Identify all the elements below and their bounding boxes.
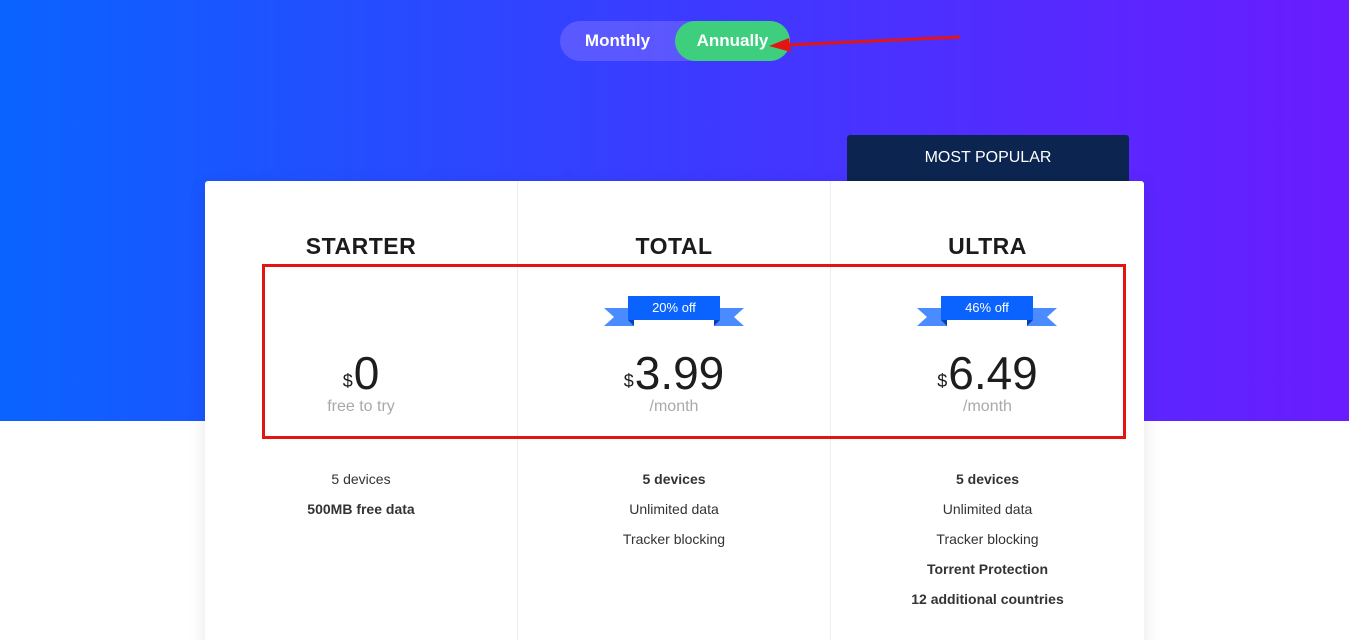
feature-item: Tracker blocking <box>622 531 726 547</box>
price-subtext: /month <box>963 398 1012 415</box>
feature-item: 500MB free data <box>307 501 415 517</box>
feature-item: Unlimited data <box>942 501 1033 517</box>
currency-symbol: $ <box>342 371 353 391</box>
plan-card-starter[interactable]: STARTER $0 free to try 5 devices 500MB f… <box>205 181 518 640</box>
feature-item: 12 additional countries <box>911 591 1064 607</box>
discount-ribbon: 20% off <box>604 296 744 328</box>
plan-price: $6.49 <box>831 346 1144 400</box>
plan-price: $0 <box>205 346 517 400</box>
discount-ribbon: 46% off <box>917 296 1057 328</box>
feature-list: 5 devices Unlimited data Tracker blockin… <box>831 464 1144 614</box>
billing-toggle: Monthly Annually <box>560 21 790 61</box>
plan-card-ultra[interactable]: ULTRA 46% off $6.49 /month 5 devices Unl… <box>831 181 1144 640</box>
most-popular-badge: MOST POPULAR <box>847 135 1129 181</box>
plan-name: TOTAL <box>635 233 713 259</box>
price-amount: 3.99 <box>634 347 725 399</box>
annotation-arrow-icon <box>769 35 961 52</box>
plan-name: STARTER <box>305 233 417 259</box>
discount-label: 46% off <box>965 300 1009 315</box>
monthly-option[interactable]: Monthly <box>560 21 675 61</box>
feature-item: Tracker blocking <box>936 531 1039 547</box>
feature-item: 5 devices <box>331 471 391 487</box>
plan-name: ULTRA <box>948 233 1027 259</box>
feature-list: 5 devices Unlimited data Tracker blockin… <box>518 464 830 554</box>
feature-item: Torrent Protection <box>926 561 1049 577</box>
price-amount: 0 <box>353 347 380 399</box>
price-subtext: free to try <box>327 398 395 415</box>
price-subtext: /month <box>649 398 699 415</box>
feature-list: 5 devices 500MB free data <box>205 464 517 524</box>
currency-symbol: $ <box>937 371 948 391</box>
feature-item: 5 devices <box>642 471 706 487</box>
discount-label: 20% off <box>652 300 696 315</box>
pricing-cards: STARTER $0 free to try 5 devices 500MB f… <box>205 181 1144 640</box>
plan-price: $3.99 <box>518 346 830 400</box>
currency-symbol: $ <box>623 371 634 391</box>
feature-item: Unlimited data <box>629 501 719 517</box>
price-amount: 6.49 <box>948 347 1038 399</box>
feature-item: 5 devices <box>955 471 1020 487</box>
plan-card-total[interactable]: TOTAL 20% off $3.99 /month 5 devices Unl… <box>518 181 831 640</box>
